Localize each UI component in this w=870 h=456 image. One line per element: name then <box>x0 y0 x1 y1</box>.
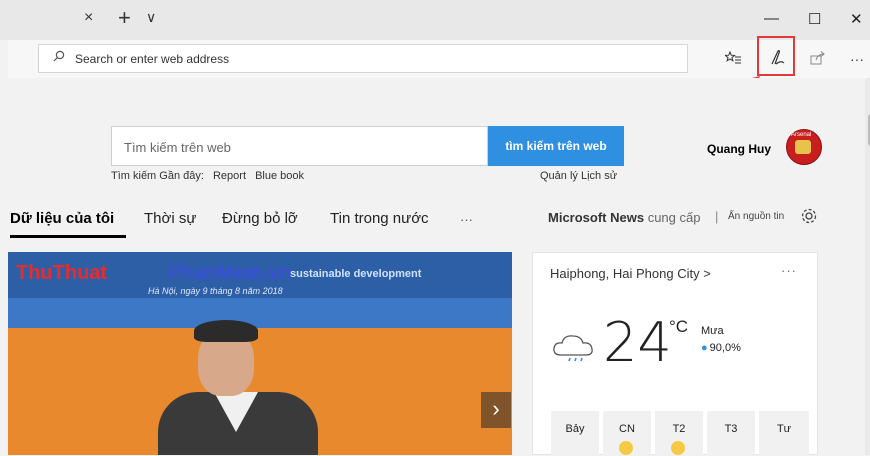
weather-location-name: Haiphong, Hai Phong City <box>550 266 700 281</box>
highlight-box <box>757 36 795 76</box>
banner-text: sustainable development <box>290 268 422 280</box>
search-icon <box>53 50 65 65</box>
weather-more-icon[interactable]: ··· <box>781 263 797 278</box>
tab-domestic-news[interactable]: Tin trong nước <box>330 210 429 227</box>
recent-search-item[interactable]: Report <box>213 170 246 182</box>
provider-suffix: cung cấp <box>647 210 701 225</box>
web-search-placeholder: Tìm kiếm trên web <box>124 140 231 155</box>
new-tab-icon[interactable]: + <box>118 5 131 31</box>
tab-list-chevron-icon[interactable]: ∨ <box>146 9 156 26</box>
sun-icon <box>671 441 685 455</box>
hide-sources-link[interactable]: Ẩn nguồn tin <box>728 211 784 222</box>
nav-more-icon[interactable]: ··· <box>460 212 473 227</box>
droplet-icon: ● <box>701 342 708 354</box>
chevron-right-icon: > <box>703 266 711 281</box>
person-hair <box>194 320 258 342</box>
hero-news-image[interactable]: ThuThuat PhanMem.vn sustainable developm… <box>8 252 512 455</box>
arsenal-crest-icon <box>795 140 811 154</box>
web-search-button[interactable]: tìm kiếm trên web <box>488 126 624 166</box>
tab-dont-miss[interactable]: Đừng bỏ lỡ <box>222 210 298 227</box>
address-placeholder: Search or enter web address <box>75 52 230 66</box>
provider-credit: Microsoft News cung cấp <box>548 210 700 225</box>
gear-icon[interactable] <box>800 207 818 230</box>
weather-unit: °C <box>669 317 689 336</box>
web-search-input[interactable]: Tìm kiếm trên web <box>111 126 488 166</box>
address-bar[interactable]: Search or enter web address <box>38 44 688 73</box>
sun-icon <box>619 441 633 455</box>
provider-brand: Microsoft News <box>548 210 645 225</box>
active-tab-underline <box>10 235 126 238</box>
weather-location[interactable]: Haiphong, Hai Phong City > <box>550 266 711 281</box>
weather-temperature: 24 <box>603 311 672 374</box>
favorites-list-icon[interactable] <box>724 50 741 68</box>
avatar[interactable]: Arsenal <box>786 129 822 165</box>
window-close-button[interactable]: ✕ <box>850 10 863 28</box>
forecast-day[interactable]: T2 <box>655 411 703 456</box>
tab-close-icon[interactable]: × <box>84 9 93 27</box>
forecast-day[interactable]: Tư <box>759 411 809 456</box>
rain-cloud-icon <box>551 331 599 370</box>
maximize-button[interactable]: ☐ <box>808 10 821 28</box>
manage-history-link[interactable]: Quản lý Lịch sử <box>540 170 617 182</box>
forecast-day-label: Tư <box>776 423 792 435</box>
weather-condition: Mưa <box>701 325 724 337</box>
recent-search-item[interactable]: Blue book <box>255 170 304 182</box>
forecast-day[interactable]: Bảy <box>551 411 599 456</box>
share-icon[interactable] <box>810 51 825 68</box>
tab-my-feed[interactable]: Dữ liệu của tôi <box>10 210 114 227</box>
forecast-day-label: Bảy <box>565 423 585 435</box>
vertical-scrollbar[interactable] <box>865 78 870 455</box>
forecast-day-label: T2 <box>672 423 686 435</box>
recent-searches: Tìm kiếm Gần đây: Report Blue book <box>111 170 310 182</box>
banner-date: Hà Nội, ngày 9 tháng 8 năm 2018 <box>148 286 283 296</box>
hero-banner-stripe <box>8 298 512 328</box>
forecast-day[interactable]: CN <box>603 411 651 456</box>
forecast-day[interactable]: T3 <box>707 411 755 456</box>
new-tab-page: Tìm kiếm trên web tìm kiếm trên web Tìm … <box>8 78 870 456</box>
next-slide-button[interactable]: › <box>481 392 511 428</box>
watermark-text: PhanMem.vn <box>168 262 292 284</box>
avatar-label: Arsenal <box>791 132 812 138</box>
forecast-day-label: T3 <box>724 423 738 435</box>
minimize-button[interactable]: — <box>764 10 779 27</box>
provider-separator: | <box>715 209 719 224</box>
more-icon[interactable]: ··· <box>850 51 864 67</box>
recent-searches-label: Tìm kiếm Gần đây: <box>111 170 204 182</box>
watermark-text: ThuThuat <box>16 262 108 284</box>
user-name[interactable]: Quang Huy <box>707 142 771 156</box>
tab-bar: × + ∨ — ☐ ✕ <box>0 0 870 40</box>
weather-humidity: ● 90,0% <box>701 342 741 354</box>
forecast-day-label: CN <box>619 423 635 435</box>
weather-card[interactable]: Haiphong, Hai Phong City > ··· 24 °C Mưa… <box>532 252 818 456</box>
weather-humidity-value: 90,0% <box>709 342 741 354</box>
tab-news[interactable]: Thời sự <box>144 210 196 227</box>
